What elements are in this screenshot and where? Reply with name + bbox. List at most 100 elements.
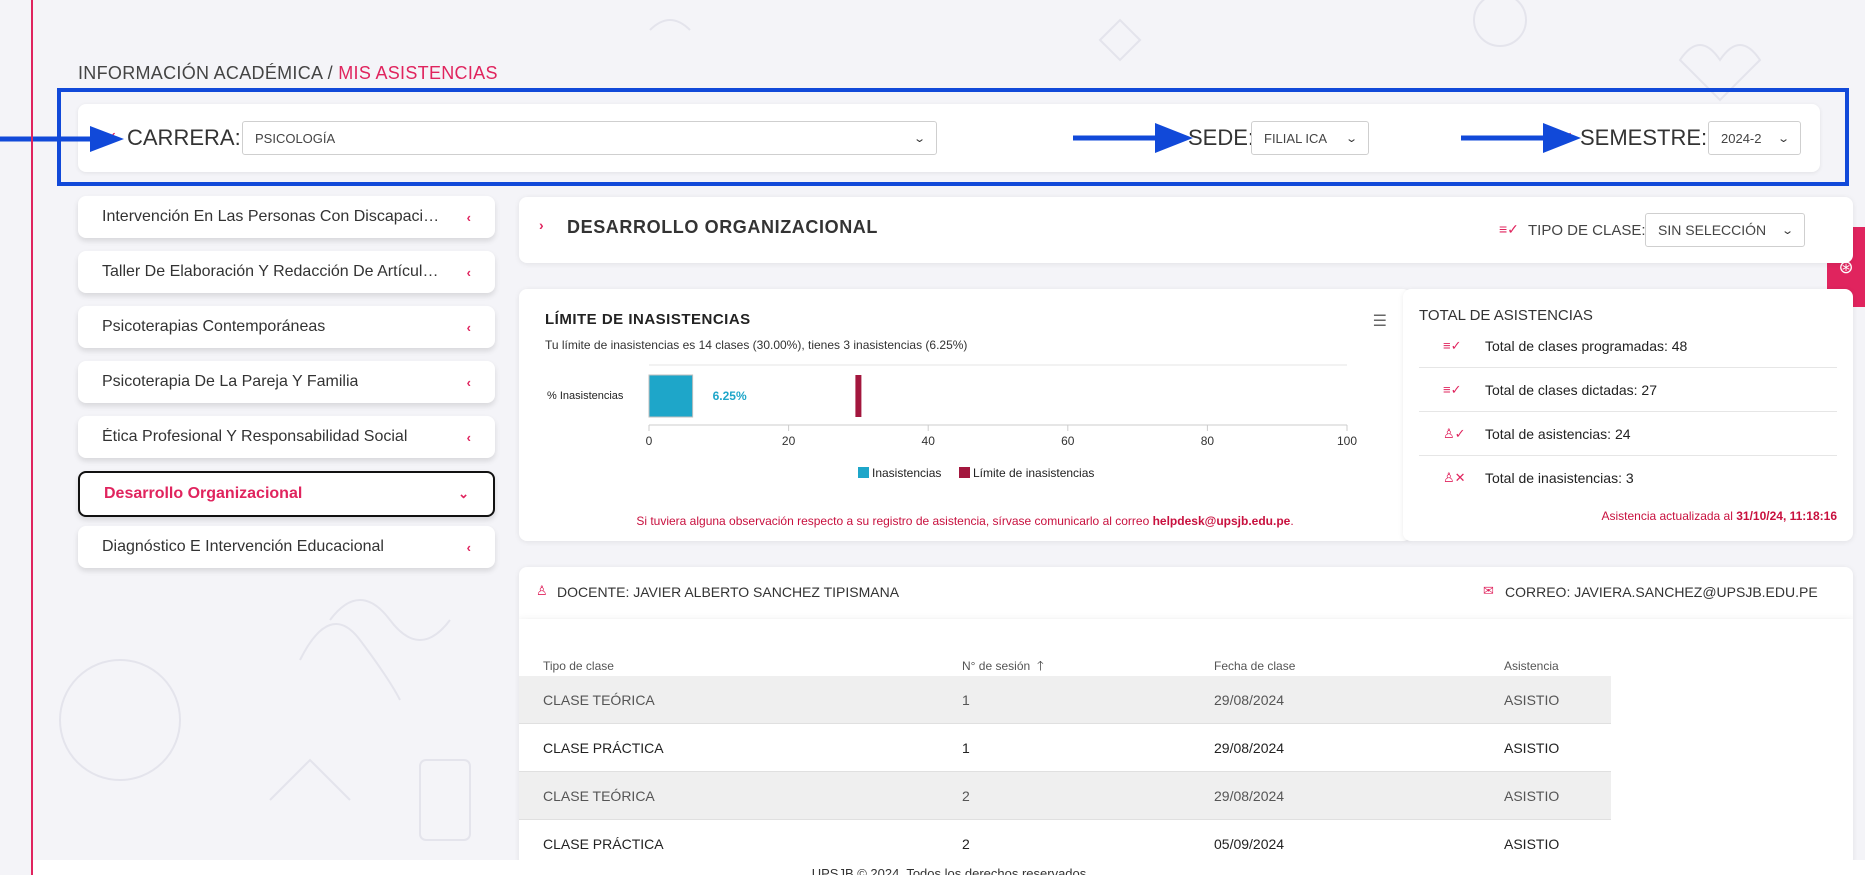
- table-row[interactable]: CLASE TEÓRICA 2 29/08/2024 ASISTIO: [519, 772, 1611, 820]
- course-name: Intervención En Las Personas Con Discapa…: [102, 208, 442, 225]
- class-type-select[interactable]: SIN SELECCIÓN ⌄: [1645, 213, 1805, 247]
- cell-tipo: CLASE PRÁCTICA: [543, 836, 664, 852]
- cell-fecha: 29/08/2024: [1214, 740, 1285, 756]
- total-row: ♙✓ Total de asistencias: 24: [1419, 412, 1837, 456]
- absence-limit-card: LÍMITE DE INASISTENCIAS ☰ Tu límite de i…: [519, 289, 1411, 541]
- x-tick-label: 100: [1337, 434, 1357, 448]
- footer-text: UPSJB © 2024. Todos los derechos reserva…: [811, 866, 1087, 875]
- teacher-name: DOCENTE: JAVIER ALBERTO SANCHEZ TIPISMAN…: [557, 584, 900, 600]
- chart-note: Si tuviera alguna observación respecto a…: [519, 514, 1411, 528]
- legend-swatch: [959, 467, 970, 478]
- chevron-down-icon: ⌄: [1780, 224, 1794, 237]
- update-label: Asistencia actualizada al: [1601, 509, 1737, 523]
- total-text: Total de inasistencias: 3: [1485, 470, 1634, 486]
- chevron-left-icon: ‹: [466, 264, 471, 280]
- chevron-right-icon[interactable]: ›: [539, 217, 544, 233]
- course-name: Ética Profesional Y Responsabilidad Soci…: [102, 428, 408, 445]
- legend-swatch: [858, 467, 869, 478]
- x-tick-label: 80: [1201, 434, 1215, 448]
- class-type-label: TIPO DE CLASE:: [1528, 222, 1646, 239]
- course-item-active[interactable]: Desarrollo Organizacional ⌄: [78, 471, 495, 517]
- update-datetime: 31/10/24, 11:18:16: [1736, 509, 1837, 523]
- annotation-arrow: [0, 126, 124, 152]
- course-item[interactable]: Ética Profesional Y Responsabilidad Soci…: [78, 416, 495, 458]
- left-accent-rule: [31, 0, 33, 875]
- chevron-left-icon: ‹: [466, 539, 471, 555]
- data-label: 6.25%: [713, 389, 747, 403]
- legend-label: Inasistencias: [872, 466, 941, 480]
- user-x-icon: ♙✕: [1443, 470, 1466, 485]
- x-tick-label: 40: [922, 434, 936, 448]
- course-name: Diagnóstico E Intervención Educacional: [102, 538, 384, 555]
- x-tick-label: 20: [782, 434, 796, 448]
- breadcrumb: INFORMACIÓN ACADÉMICA / MIS ASISTENCIAS: [78, 63, 498, 84]
- course-item[interactable]: Intervención En Las Personas Con Discapa…: [78, 196, 495, 238]
- attendance-updated: Asistencia actualizada al 31/10/24, 11:1…: [1601, 509, 1837, 523]
- cell-sesion: 1: [962, 740, 970, 756]
- limit-marker: [855, 375, 862, 417]
- breadcrumb-current: MIS ASISTENCIAS: [338, 63, 498, 83]
- table-header[interactable]: Fecha de clase: [1214, 659, 1295, 673]
- cell-asistencia: ASISTIO: [1504, 692, 1560, 708]
- chart-note-suffix: .: [1290, 514, 1294, 528]
- chevron-left-icon: ‹: [466, 374, 471, 390]
- course-item[interactable]: Diagnóstico E Intervención Educacional ‹: [78, 526, 495, 568]
- breadcrumb-section[interactable]: INFORMACIÓN ACADÉMICA /: [78, 63, 338, 83]
- cell-tipo: CLASE PRÁCTICA: [543, 740, 664, 756]
- total-text: Total de clases programadas: 48: [1485, 337, 1688, 354]
- cell-fecha: 05/09/2024: [1214, 836, 1285, 852]
- list-check-icon: ≡✓: [1499, 221, 1519, 237]
- teacher-card: ♙ DOCENTE: JAVIER ALBERTO SANCHEZ TIPISM…: [519, 567, 1853, 867]
- table-row[interactable]: CLASE TEÓRICA 1 29/08/2024 ASISTIO: [519, 676, 1611, 724]
- menu-icon[interactable]: ☰: [1373, 311, 1387, 331]
- chevron-left-icon: ‹: [466, 209, 471, 225]
- category-label: % Inasistencias: [547, 390, 624, 402]
- cell-asistencia: ASISTIO: [1504, 836, 1560, 852]
- cell-sesion: 2: [962, 836, 970, 852]
- course-header-card: › DESARROLLO ORGANIZACIONAL ≡✓ TIPO DE C…: [519, 197, 1853, 263]
- cell-tipo: CLASE TEÓRICA: [543, 692, 655, 708]
- cell-sesion: 2: [962, 788, 970, 804]
- totals-title: TOTAL DE ASISTENCIAS: [1419, 307, 1593, 324]
- teacher-email[interactable]: CORREO: JAVIERA.SANCHEZ@UPSJB.EDU.PE: [1505, 584, 1818, 600]
- chevron-left-icon: ‹: [466, 319, 471, 335]
- list-check-icon: ≡✓: [1443, 381, 1462, 397]
- class-type-value: SIN SELECCIÓN: [1658, 222, 1767, 238]
- mail-icon: ✉: [1483, 583, 1494, 598]
- course-name: Psicoterapia De La Pareja Y Familia: [102, 373, 359, 390]
- bar-inasistencias: [648, 374, 694, 418]
- table-header[interactable]: Tipo de clase: [543, 659, 614, 673]
- table-header[interactable]: Asistencia: [1504, 659, 1559, 673]
- course-name: Taller De Elaboración Y Redacción De Art…: [102, 263, 442, 280]
- user-check-icon: ♙✓: [1443, 425, 1466, 441]
- chevron-down-icon: ⌄: [458, 486, 469, 501]
- total-row: ≡✓ Total de clases programadas: 48: [1419, 324, 1837, 368]
- attendance-table: Tipo de clase N° de sesión 🡑 Fecha de cl…: [519, 619, 1853, 867]
- cell-asistencia: ASISTIO: [1504, 740, 1560, 756]
- course-item[interactable]: Psicoterapia De La Pareja Y Familia ‹: [78, 361, 495, 403]
- total-text: Total de asistencias: 24: [1485, 425, 1631, 442]
- cell-sesion: 1: [962, 692, 970, 708]
- table-header[interactable]: N° de sesión: [962, 659, 1030, 673]
- list-check-icon: ≡✓: [1443, 337, 1462, 353]
- table-row[interactable]: CLASE PRÁCTICA 1 29/08/2024 ASISTIO: [519, 724, 1611, 772]
- footer: UPSJB © 2024. Todos los derechos reserva…: [33, 860, 1865, 875]
- course-item[interactable]: Psicoterapias Contemporáneas ‹: [78, 306, 495, 348]
- annotation-arrow: [1073, 123, 1193, 153]
- x-tick-label: 60: [1061, 434, 1075, 448]
- course-name: Desarrollo Organizacional: [104, 485, 303, 502]
- course-item[interactable]: Taller De Elaboración Y Redacción De Art…: [78, 251, 495, 293]
- chart-note-text: Si tuviera alguna observación respecto a…: [636, 514, 1153, 528]
- cell-fecha: 29/08/2024: [1214, 788, 1285, 804]
- absence-chart: 0 20 40 60 80 100 % Inasistencias 6.25% Inasiste…: [547, 364, 1357, 480]
- helpdesk-email[interactable]: helpdesk@upsjb.edu.pe: [1153, 514, 1291, 528]
- course-name: Psicoterapias Contemporáneas: [102, 318, 326, 335]
- x-tick-label: 0: [646, 434, 653, 448]
- attendance-totals-card: TOTAL DE ASISTENCIAS ≡✓ Total de clases …: [1403, 289, 1853, 541]
- cell-tipo: CLASE TEÓRICA: [543, 788, 655, 804]
- chart-title: LÍMITE DE INASISTENCIAS: [545, 311, 751, 328]
- chevron-left-icon: ‹: [466, 429, 471, 445]
- total-row: ♙✕ Total de inasistencias: 3: [1419, 456, 1837, 500]
- cell-asistencia: ASISTIO: [1504, 788, 1560, 804]
- legend-label: Límite de inasistencias: [973, 466, 1094, 480]
